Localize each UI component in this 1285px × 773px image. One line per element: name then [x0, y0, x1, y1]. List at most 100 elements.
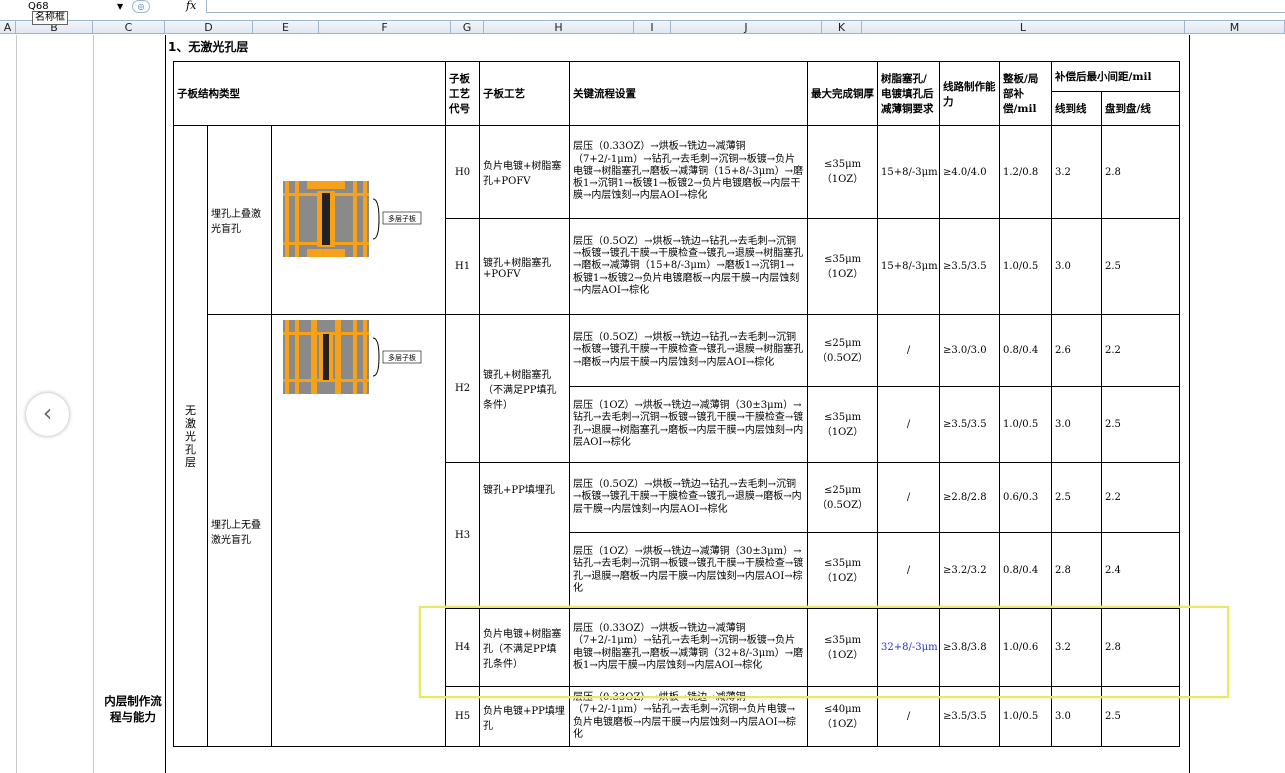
- l2l-cell[interactable]: 2.5: [1051, 462, 1103, 533]
- line-cap-cell[interactable]: ≥3.8/3.8: [939, 608, 1001, 687]
- cu-cell[interactable]: ≤35μm（1OZ）: [807, 218, 879, 315]
- code-cell[interactable]: H0: [445, 125, 481, 219]
- p2p-cell[interactable]: 2.5: [1101, 686, 1181, 747]
- previous-page-button[interactable]: ‹: [26, 393, 69, 436]
- fx-icon[interactable]: fx: [186, 0, 196, 12]
- flow-cell[interactable]: 层压（1OZ）→烘板→铣边→减薄铜（30±3μm）→钻孔→去毛刺→沉铜→板镀→镀…: [569, 532, 809, 609]
- column-header-k[interactable]: K: [822, 21, 862, 34]
- l2l-cell[interactable]: 3.2: [1051, 125, 1103, 219]
- header-flow[interactable]: 关键流程设置: [569, 61, 809, 126]
- p2p-cell[interactable]: 2.8: [1101, 125, 1181, 219]
- formula-input[interactable]: [206, 0, 1285, 13]
- column-header-l[interactable]: L: [862, 21, 1185, 34]
- line-cap-cell[interactable]: ≥3.2/3.2: [939, 532, 1001, 609]
- cu-cell[interactable]: ≤35μm（1OZ）: [807, 532, 879, 609]
- column-header-g[interactable]: G: [451, 21, 484, 34]
- l2l-cell[interactable]: 2.8: [1051, 532, 1103, 609]
- comp-cell[interactable]: 0.6/0.3: [999, 462, 1053, 533]
- p2p-cell[interactable]: 2.8: [1101, 608, 1181, 687]
- l2l-cell[interactable]: 3.0: [1051, 686, 1103, 747]
- resin-cell[interactable]: /: [877, 386, 941, 463]
- p2p-cell[interactable]: 2.2: [1101, 314, 1181, 387]
- column-header-a[interactable]: A: [0, 21, 16, 34]
- flow-cell-selected[interactable]: 层压（0.33OZ）→烘板→铣边→减薄铜（7+2/-1μm）→钻孔→去毛刺→沉铜…: [569, 608, 809, 687]
- group-label[interactable]: 无激光孔层: [173, 125, 208, 747]
- code-cell[interactable]: H1: [445, 218, 481, 315]
- resin-cell[interactable]: /: [877, 532, 941, 609]
- flow-cell[interactable]: 层压（1OZ）→烘板→铣边→减薄铜（30±3μm）→钻孔→去毛刺→沉铜→板镀→镀…: [569, 386, 809, 463]
- cu-cell[interactable]: ≤35μm（1OZ）: [807, 608, 879, 687]
- column-header-e[interactable]: E: [253, 21, 319, 34]
- flow-cell[interactable]: 层压（0.33OZ）→烘板→铣边→减薄铜（7+2/-1μm）→钻孔→去毛刺→沉铜…: [569, 125, 809, 219]
- p2p-cell[interactable]: 2.5: [1101, 218, 1181, 315]
- header-resin[interactable]: 树脂塞孔/电镀填孔后减薄铜要求: [877, 61, 941, 126]
- resin-cell[interactable]: /: [877, 314, 941, 387]
- line-cap-cell[interactable]: ≥3.5/3.5: [939, 218, 1001, 315]
- code-cell[interactable]: H3: [445, 462, 481, 609]
- resin-cell[interactable]: /: [877, 462, 941, 533]
- structure-diagram-1[interactable]: 多层子板: [270, 125, 447, 315]
- flow-cell[interactable]: 层压（0.33OZ）→烘板→铣边→减薄铜（7+2/-1μm）→钻孔→去毛刺→沉铜…: [569, 686, 809, 747]
- cu-cell[interactable]: ≤35μm（1OZ）: [807, 386, 879, 463]
- structure-diagram-2[interactable]: 多层子板: [270, 314, 447, 747]
- l2l-cell[interactable]: 3.0: [1051, 386, 1103, 463]
- structure-type-1[interactable]: 埋孔上叠激光盲孔: [207, 125, 272, 315]
- header-compensation[interactable]: 整板/局部补偿/mil: [999, 61, 1053, 126]
- chevron-down-icon[interactable]: ▼: [117, 0, 123, 13]
- comp-cell[interactable]: 1.0/0.5: [999, 218, 1053, 315]
- header-code[interactable]: 子板工艺代号: [445, 61, 481, 126]
- header-process[interactable]: 子板工艺: [479, 61, 571, 126]
- header-line-capability[interactable]: 线路制作能力: [939, 61, 1001, 126]
- comp-cell[interactable]: 1.0/0.5: [999, 386, 1053, 463]
- column-header-h[interactable]: H: [484, 21, 634, 34]
- flow-cell[interactable]: 层压（0.5OZ）→烘板→铣边→钻孔→去毛刺→沉铜→板镀→镀孔干膜→干膜检查→镀…: [569, 314, 809, 387]
- line-cap-cell[interactable]: ≥2.8/2.8: [939, 462, 1001, 533]
- column-header-f[interactable]: F: [319, 21, 451, 34]
- line-cap-cell[interactable]: ≥3.5/3.5: [939, 386, 1001, 463]
- header-structure[interactable]: 子板结构类型: [172, 61, 447, 126]
- p2p-cell[interactable]: 2.4: [1101, 532, 1181, 609]
- header-max-cu[interactable]: 最大完成铜厚: [807, 61, 879, 126]
- flow-cell[interactable]: 层压（0.5OZ）→烘板→铣边→钻孔→去毛刺→沉铜→板镀→镀孔干膜→干膜检查→镀…: [569, 462, 809, 533]
- header-line-to-line[interactable]: 线到线: [1051, 91, 1103, 126]
- comp-cell[interactable]: 0.8/0.4: [999, 314, 1053, 387]
- header-min-spacing[interactable]: 补偿后最小间距/mil: [1051, 61, 1181, 92]
- resin-cell[interactable]: 32+8/-3μm: [877, 608, 941, 687]
- header-pad-to-pad[interactable]: 盘到盘/线: [1101, 91, 1181, 126]
- line-cap-cell[interactable]: ≥4.0/4.0: [939, 125, 1001, 219]
- l2l-cell[interactable]: 2.6: [1051, 314, 1103, 387]
- comp-cell[interactable]: 1.2/0.8: [999, 125, 1053, 219]
- p2p-cell[interactable]: 2.2: [1101, 462, 1181, 533]
- p2p-cell[interactable]: 2.5: [1101, 386, 1181, 463]
- line-cap-cell[interactable]: ≥3.5/3.5: [939, 686, 1001, 747]
- resin-cell[interactable]: 15+8/-3μm: [877, 125, 941, 219]
- cu-cell[interactable]: ≤25μm（0.5OZ）: [807, 462, 879, 533]
- process-cell[interactable]: 镀孔+PP填埋孔: [479, 462, 571, 609]
- code-cell[interactable]: H4: [445, 608, 481, 687]
- column-header-c[interactable]: C: [93, 21, 165, 34]
- resin-cell[interactable]: /: [877, 686, 941, 747]
- comp-cell[interactable]: 0.8/0.4: [999, 532, 1053, 609]
- process-cell[interactable]: 负片电镀+树脂塞孔+POFV: [479, 125, 571, 219]
- resin-cell[interactable]: 15+8/-3μm: [877, 218, 941, 315]
- column-header-j[interactable]: J: [671, 21, 822, 34]
- cu-cell[interactable]: ≤35μm（1OZ）: [807, 125, 879, 219]
- process-cell[interactable]: 负片电镀+树脂塞孔（不满足PP填孔条件）: [479, 608, 571, 687]
- process-cell[interactable]: 负片电镀+PP填埋孔: [479, 686, 571, 747]
- code-cell[interactable]: H2: [445, 314, 481, 463]
- column-header-d[interactable]: D: [165, 21, 253, 34]
- column-header-m[interactable]: M: [1185, 21, 1285, 34]
- l2l-cell[interactable]: 3.2: [1051, 608, 1103, 687]
- flow-cell[interactable]: 层压（0.5OZ）→烘板→铣边→钻孔→去毛刺→沉铜→板镀→镀孔干膜→干膜检查→镀…: [569, 218, 809, 315]
- column-header-i[interactable]: I: [634, 21, 671, 34]
- cu-cell[interactable]: ≤25μm（0.5OZ）: [807, 314, 879, 387]
- l2l-cell[interactable]: 3.0: [1051, 218, 1103, 315]
- comp-cell[interactable]: 1.0/0.6: [999, 608, 1053, 687]
- code-cell[interactable]: H5: [445, 686, 481, 747]
- process-cell[interactable]: 镀孔+树脂塞孔+POFV: [479, 218, 571, 315]
- process-cell[interactable]: 镀孔+树脂塞孔（不满足PP填孔条件）: [479, 314, 571, 463]
- cancel-formula-icon[interactable]: ◎: [132, 0, 150, 13]
- structure-type-2[interactable]: 埋孔上无叠激光盲孔: [207, 314, 272, 747]
- line-cap-cell[interactable]: ≥3.0/3.0: [939, 314, 1001, 387]
- cu-cell[interactable]: ≤40μm（1OZ）: [807, 686, 879, 747]
